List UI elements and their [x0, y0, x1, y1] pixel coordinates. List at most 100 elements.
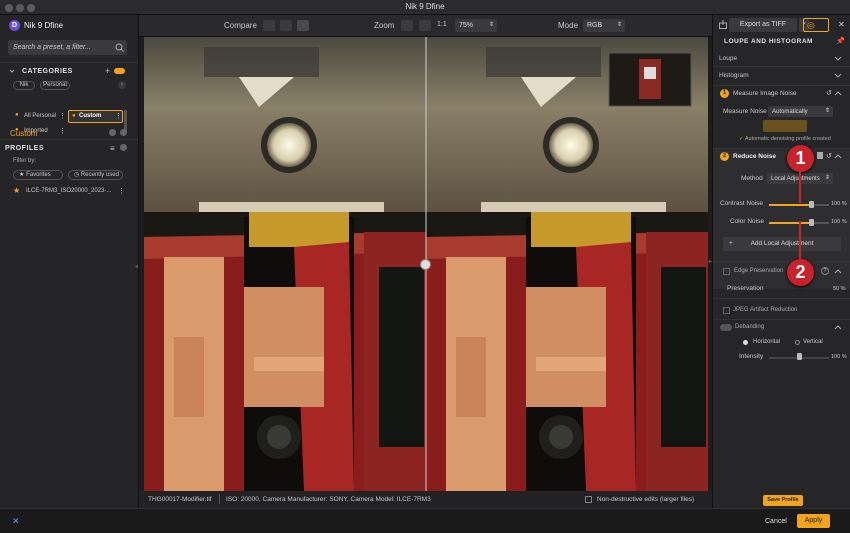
search-placeholder: Search a preset, a filter... [13, 44, 91, 51]
image-preview[interactable] [144, 37, 708, 491]
compare-single-button[interactable] [263, 20, 275, 31]
chevron-up-icon[interactable] [834, 268, 842, 276]
status-bar: THG00017-Modifier.tif ISO: 20000, Camera… [139, 491, 712, 508]
chevron-up-icon[interactable] [834, 324, 842, 332]
add-profile-icon[interactable] [120, 144, 127, 151]
debanding-toggle[interactable] [720, 324, 732, 331]
more-options-icon[interactable]: ⋮ [59, 112, 66, 120]
profiles-heading: PROFILES [5, 145, 45, 152]
tab-personal[interactable]: Personal [40, 81, 70, 90]
compare-label: Compare [224, 21, 257, 30]
add-local-label: Add Local Adjustment [750, 240, 814, 247]
more-options-icon[interactable]: ⋮ [115, 112, 122, 120]
tab-nik[interactable]: Nik [13, 81, 35, 90]
search-icon [115, 43, 124, 52]
add-category-icon[interactable]: + [105, 66, 110, 76]
footer-bar: ✕ Cancel Apply [0, 508, 850, 533]
compare-split-button[interactable] [280, 20, 292, 31]
title-bar: Nik 9 Dfine [0, 0, 850, 15]
app-name: Nik 9 Dfine [24, 21, 64, 30]
nondestructive-checkbox[interactable] [585, 496, 592, 503]
filter-label: Favorites [26, 172, 51, 178]
selected-category-title: Custom [10, 129, 38, 138]
color-noise-value: 100 % [831, 219, 847, 225]
zoom-ratio-button[interactable]: 1:1 [437, 21, 447, 28]
plus-icon: + [729, 240, 733, 247]
collapse-left-panel-icon[interactable]: ◂ [135, 263, 138, 270]
intensity-handle[interactable] [797, 353, 802, 360]
share-icon[interactable] [719, 20, 727, 29]
loupe-label: Loupe [719, 55, 738, 62]
pin-icon[interactable]: 📌 [836, 37, 845, 45]
category-label: Custom [79, 113, 102, 119]
zoom-fit-button[interactable] [401, 20, 413, 31]
histogram-row[interactable]: Histogram [713, 69, 850, 83]
categories-toggle[interactable] [114, 68, 125, 74]
horizontal-radio[interactable] [743, 340, 748, 345]
search-input[interactable]: Search a preset, a filter... [8, 40, 127, 55]
profile-note-text: Automatic denoising profile created [744, 136, 831, 142]
save-profile-button[interactable]: Save Profile [763, 495, 803, 506]
category-custom[interactable]: ● Custom ⋮ [68, 110, 123, 123]
measure-button[interactable] [763, 120, 807, 132]
clock-icon: ◷ [74, 172, 80, 178]
mode-select[interactable]: RGB ⇕ [583, 19, 625, 32]
copy-icon[interactable] [817, 152, 823, 159]
collapse-panel-icon[interactable]: ✕ [838, 20, 845, 29]
cancel-button[interactable]: Cancel [765, 518, 787, 525]
chevron-up-icon[interactable] [834, 153, 842, 161]
collapse-right-panel-icon[interactable]: ▸ [709, 258, 712, 265]
filter-label: Recently used [80, 172, 119, 178]
list-view-icon[interactable]: ≡ [110, 144, 115, 153]
vertical-radio[interactable] [795, 340, 800, 345]
category-all-personal[interactable]: ● All Personal ⋮ [10, 110, 66, 123]
preservation-value: 50 % [833, 286, 846, 292]
preset-button[interactable]: ◎ [803, 18, 829, 32]
more-options-icon[interactable]: ⋮ [118, 187, 125, 195]
intensity-value: 100 % [831, 354, 847, 360]
add-preset-icon[interactable] [120, 129, 127, 136]
reduce-noise-title: Reduce Noise [733, 153, 776, 160]
filter-recently-used[interactable]: ◷ Recently used [68, 170, 123, 180]
contrast-noise-handle[interactable] [809, 201, 814, 208]
filter-favorites[interactable]: ★ Favorites [13, 170, 63, 180]
jpeg-artifact-checkbox[interactable] [723, 307, 730, 314]
app-logo-icon: D [9, 20, 20, 31]
step-1-icon: 1 [720, 89, 729, 98]
compare-side-by-side-button[interactable] [297, 20, 309, 31]
profile-item[interactable]: ★ ILCE-7RM3_ISO20000_2023-... ⋮ [10, 185, 128, 197]
zoom-value: 75% [459, 22, 474, 29]
export-button[interactable]: Export as TIFF [729, 18, 797, 32]
reset-icon[interactable]: ↺ [826, 152, 832, 160]
contrast-noise-value: 100 % [831, 201, 847, 207]
mode-value: RGB [587, 22, 603, 29]
color-noise-fill [769, 222, 811, 224]
vertical-label: Vertical [803, 339, 823, 345]
measure-noise-title: Measure Image Noise [733, 90, 797, 97]
remove-category-icon[interactable] [109, 129, 116, 136]
histogram-label: Histogram [719, 72, 749, 79]
reset-icon[interactable]: ↺ [826, 89, 832, 97]
zoom-select[interactable]: 75% ⇕ [455, 19, 497, 32]
collapse-categories-icon[interactable] [9, 68, 15, 74]
chevron-up-icon[interactable] [834, 90, 842, 98]
split-handle[interactable] [420, 259, 431, 270]
loupe-row[interactable]: Loupe [713, 52, 850, 66]
edge-preservation-checkbox[interactable] [723, 268, 730, 275]
help-icon[interactable]: ? [821, 267, 829, 275]
mode-label: Mode [558, 21, 579, 30]
debanding-label: Debanding [735, 324, 765, 330]
intensity-label: Intensity [739, 353, 764, 360]
more-tabs-icon[interactable]: › [118, 81, 126, 89]
filename-text: THG00017-Modifier.tif [148, 496, 212, 503]
zoom-fill-button[interactable] [419, 20, 431, 31]
apply-button[interactable]: Apply [797, 514, 830, 528]
measure-noise-select[interactable]: Automatically ⇕ [768, 106, 833, 117]
chevron-down-icon [834, 73, 842, 78]
add-local-adjustment-button[interactable]: + Add Local Adjustment [723, 237, 841, 251]
more-options-icon[interactable]: ⋮ [59, 127, 66, 135]
updown-icon: ⇕ [824, 175, 830, 181]
edge-preservation-label: Edge Preservation [734, 268, 784, 274]
color-noise-handle[interactable] [809, 219, 814, 226]
checkmark-icon: ✓ [739, 136, 744, 142]
